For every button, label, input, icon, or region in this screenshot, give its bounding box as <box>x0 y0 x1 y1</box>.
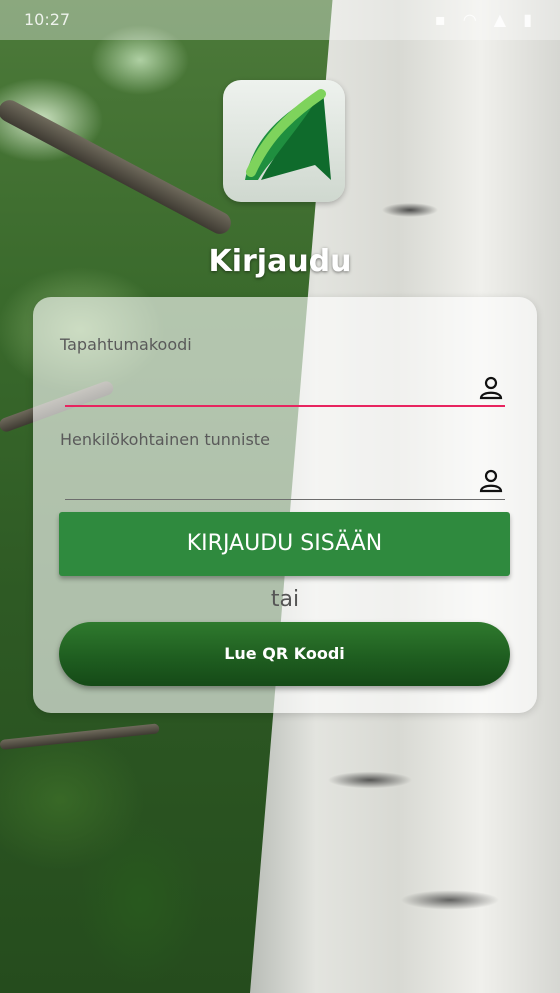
status-icons: ▪ ◠ ▲ ▮ <box>435 10 538 29</box>
personal-id-input[interactable] <box>65 470 509 502</box>
user-icon <box>479 376 503 400</box>
personal-id-label: Henkilökohtainen tunniste <box>60 430 270 449</box>
read-qr-button[interactable]: Lue QR Koodi <box>59 622 510 686</box>
personal-id-field: Henkilökohtainen tunniste <box>60 430 509 505</box>
login-button[interactable]: KIRJAUDU SISÄÄN <box>59 512 510 576</box>
page-title: Kirjaudu <box>208 244 352 279</box>
personal-id-underline <box>65 499 505 500</box>
signal-icon: ▲ <box>493 10 513 29</box>
event-code-field: Tapahtumakoodi <box>60 335 509 410</box>
leaf-arrow-logo-icon <box>245 89 331 180</box>
app-logo <box>223 80 345 202</box>
or-separator: tai <box>270 587 300 612</box>
event-code-label: Tapahtumakoodi <box>60 335 192 354</box>
battery-icon: ▮ <box>523 10 538 29</box>
user-icon <box>479 469 503 493</box>
event-code-input[interactable] <box>65 375 509 407</box>
wifi-icon: ◠ <box>462 10 483 29</box>
notification-icon: ▪ <box>434 10 452 29</box>
event-code-underline <box>65 405 505 407</box>
status-time: 10:27 <box>24 10 71 29</box>
status-bar: 10:27 ▪ ◠ ▲ ▮ <box>0 0 560 40</box>
login-card: Tapahtumakoodi Henkilökohtainen tunniste… <box>33 297 537 713</box>
